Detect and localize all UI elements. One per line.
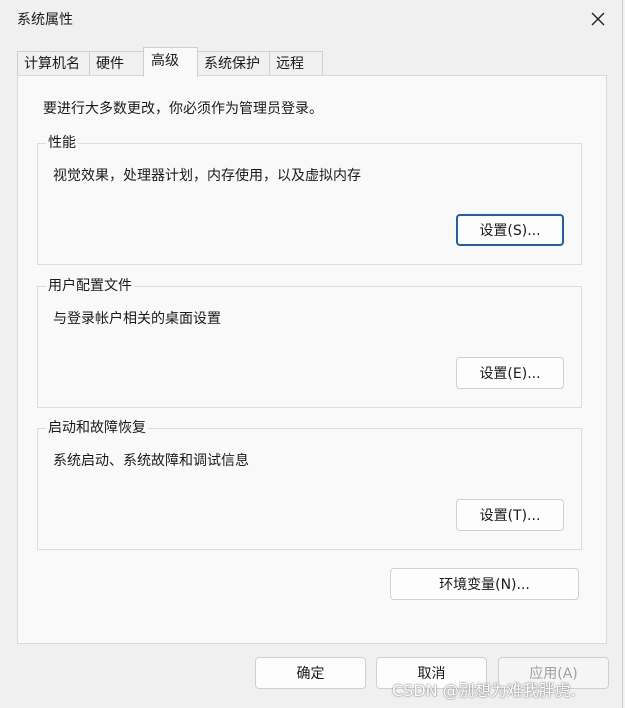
close-button[interactable] bbox=[580, 4, 616, 34]
user-profiles-settings-button[interactable]: 设置(E)... bbox=[456, 357, 564, 389]
group-title: 启动和故障恢复 bbox=[46, 418, 148, 438]
tab-computer-name[interactable]: 计算机名 bbox=[17, 51, 90, 75]
advanced-tab-panel: 要进行大多数更改，你必须作为管理员登录。 性能 视觉效果，处理器计划，内存使用，… bbox=[17, 75, 607, 644]
admin-note: 要进行大多数更改，你必须作为管理员登录。 bbox=[43, 101, 323, 117]
dialog-footer: 确定 取消 应用(A) bbox=[0, 644, 623, 708]
group-description: 与登录帐户相关的桌面设置 bbox=[53, 311, 221, 327]
group-title: 性能 bbox=[46, 133, 78, 153]
performance-group: 性能 视觉效果，处理器计划，内存使用，以及虚拟内存 设置(S)... bbox=[37, 133, 582, 265]
cancel-button[interactable]: 取消 bbox=[376, 657, 487, 689]
performance-settings-button[interactable]: 设置(S)... bbox=[456, 214, 564, 246]
group-title: 用户配置文件 bbox=[46, 276, 134, 296]
environment-variables-button[interactable]: 环境变量(N)... bbox=[390, 568, 579, 600]
tab-remote[interactable]: 远程 bbox=[269, 51, 323, 75]
title-bar[interactable]: 系统属性 bbox=[0, 0, 623, 36]
tab-system-protection[interactable]: 系统保护 bbox=[197, 51, 270, 75]
startup-recovery-settings-button[interactable]: 设置(T)... bbox=[456, 499, 564, 531]
group-description: 系统启动、系统故障和调试信息 bbox=[53, 453, 249, 469]
system-properties-dialog: 系统属性 计算机名 硬件 高级 系统保护 远程 要进行大多数更改，你必须作为管理… bbox=[0, 0, 623, 708]
tab-advanced[interactable]: 高级 bbox=[143, 47, 198, 77]
user-profiles-group: 用户配置文件 与登录帐户相关的桌面设置 设置(E)... bbox=[37, 276, 582, 408]
tab-hardware[interactable]: 硬件 bbox=[89, 51, 144, 75]
apply-button[interactable]: 应用(A) bbox=[498, 657, 609, 689]
startup-recovery-group: 启动和故障恢复 系统启动、系统故障和调试信息 设置(T)... bbox=[37, 418, 582, 550]
ok-button[interactable]: 确定 bbox=[255, 657, 366, 689]
group-description: 视觉效果，处理器计划，内存使用，以及虚拟内存 bbox=[53, 168, 361, 184]
window-title: 系统属性 bbox=[17, 12, 73, 28]
close-icon bbox=[591, 12, 605, 26]
